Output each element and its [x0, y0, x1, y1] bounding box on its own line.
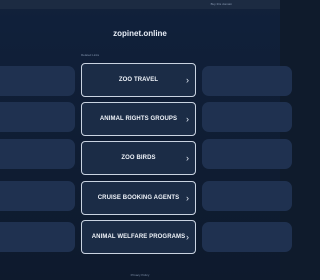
buy-domain-link[interactable]: Buy this domain — [211, 2, 232, 6]
side-panel-left — [0, 222, 75, 252]
link-label: ZOO BIRDS — [121, 155, 156, 161]
link-cruise-booking-agents[interactable]: CRUISE BOOKING AGENTS › — [81, 181, 196, 215]
link-label: ANIMAL WELFARE PROGRAMS — [91, 234, 186, 240]
top-bar: Buy this domain — [0, 0, 280, 9]
site-title: zopinet.online — [113, 29, 167, 38]
link-label: ZOO TRAVEL — [118, 77, 159, 83]
side-panel-left — [0, 102, 75, 132]
chevron-right-icon: › — [186, 193, 189, 203]
side-panel-right — [202, 222, 292, 252]
side-panel-right — [202, 102, 292, 132]
side-panel-left — [0, 66, 75, 96]
link-label: ANIMAL RIGHTS GROUPS — [99, 116, 178, 122]
chevron-right-icon: › — [186, 232, 189, 242]
chevron-right-icon: › — [186, 153, 189, 163]
link-zoo-travel[interactable]: ZOO TRAVEL › — [81, 63, 196, 97]
page: Buy this domain zopinet.online Related L… — [0, 0, 292, 280]
link-animal-welfare-programs[interactable]: ANIMAL WELFARE PROGRAMS › — [81, 220, 196, 254]
privacy-policy-link[interactable]: Privacy Policy — [0, 273, 280, 277]
side-panel-right — [202, 139, 292, 169]
related-links-label: Related Links — [81, 53, 100, 57]
link-animal-rights-groups[interactable]: ANIMAL RIGHTS GROUPS › — [81, 102, 196, 136]
chevron-right-icon: › — [186, 75, 189, 85]
link-zoo-birds[interactable]: ZOO BIRDS › — [81, 141, 196, 175]
side-panel-right — [202, 66, 292, 96]
chevron-right-icon: › — [186, 114, 189, 124]
side-panel-left — [0, 181, 75, 211]
link-label: CRUISE BOOKING AGENTS — [97, 195, 180, 201]
side-panel-left — [0, 139, 75, 169]
side-panel-right — [202, 181, 292, 211]
